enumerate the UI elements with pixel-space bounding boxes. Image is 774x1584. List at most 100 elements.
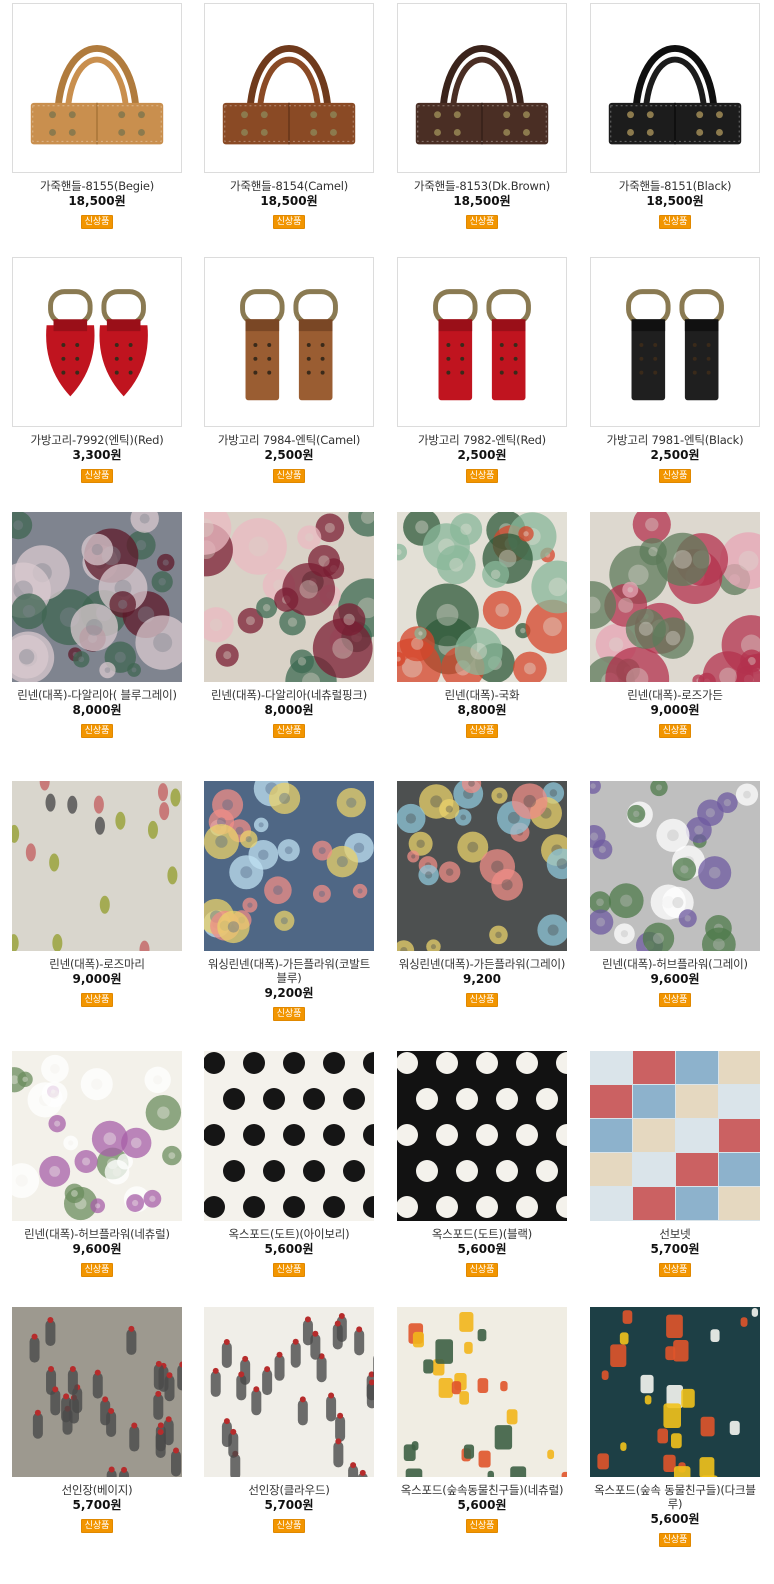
- product-price: 5,600원: [650, 1512, 700, 1526]
- product-name[interactable]: 가죽핸들-8153(Dk.Brown): [395, 179, 569, 193]
- product-card[interactable]: 가방고리-7992(엔틱)(Red) 3,300원 신상품: [10, 257, 184, 483]
- product-card[interactable]: 린넨(대폭)-허브플라워(그레이) 9,600원 신상품: [588, 781, 762, 1007]
- product-card[interactable]: 린넨(대폭)-다알리아( 블루그레이) 8,000원 신상품: [10, 512, 184, 738]
- product-card[interactable]: 가방고리 7982-엔틱(Red) 2,500원 신상품: [395, 257, 569, 483]
- new-badge: 신상품: [272, 1519, 306, 1533]
- product-name[interactable]: 워싱린넨(대폭)-가든플라워(코발트블루): [202, 957, 376, 985]
- product-image[interactable]: [397, 1307, 567, 1477]
- product-image[interactable]: [204, 781, 374, 951]
- product-name[interactable]: 린넨(대폭)-다알리아(네츄럴핑크): [202, 688, 376, 702]
- product-price: 8,000원: [264, 703, 314, 717]
- product-name[interactable]: 선인장(클라우드): [202, 1483, 376, 1497]
- product-name[interactable]: 옥스포드(숲속 동물친구들)(다크블루): [588, 1483, 762, 1511]
- product-image[interactable]: [397, 781, 567, 951]
- product-image[interactable]: [590, 257, 760, 427]
- product-name[interactable]: 가방고리-7992(엔틱)(Red): [10, 433, 184, 447]
- product-price: 9,200원: [264, 986, 314, 1000]
- product-card[interactable]: 린넨(대폭)-로즈가든 9,000원신상품: [588, 512, 762, 738]
- product-name[interactable]: 가죽핸들-8151(Black): [588, 179, 762, 193]
- new-badge: 신상품: [658, 215, 692, 229]
- product-card[interactable]: 선인장(베이지) 5,700원신상품: [10, 1307, 184, 1533]
- product-card[interactable]: 선보넷 5,700원 신상품: [588, 1051, 762, 1277]
- product-name[interactable]: 린넨(대폭)-허브플라워(네츄럴): [10, 1227, 184, 1241]
- product-name[interactable]: 린넨(대폭)-허브플라워(그레이): [588, 957, 762, 971]
- product-name[interactable]: 워싱린넨(대폭)-가든플라워(그레이): [395, 957, 569, 971]
- product-card[interactable]: 선인장(클라우드) 5,700원신상품: [202, 1307, 376, 1533]
- product-name[interactable]: 가죽핸들-8154(Camel): [202, 179, 376, 193]
- product-image[interactable]: [12, 781, 182, 951]
- product-name[interactable]: 옥스포드(숲속동물친구들)(네츄럴): [395, 1483, 569, 1497]
- product-image[interactable]: [590, 1051, 760, 1221]
- product-card[interactable]: 가죽핸들-8153(Dk.Brown) 18,500원 신상품: [395, 3, 569, 229]
- product-price: 9,000원: [650, 703, 700, 717]
- new-badge: 신상품: [658, 1533, 692, 1547]
- product-name[interactable]: 선인장(베이지): [10, 1483, 184, 1497]
- product-card[interactable]: 가죽핸들-8154(Camel) 18,500원 신상품: [202, 3, 376, 229]
- product-card[interactable]: 옥스포드(도트)(아이보리) 5,600원 신상품: [202, 1051, 376, 1277]
- product-name[interactable]: 린넨(대폭)-국화: [395, 688, 569, 702]
- product-name[interactable]: 옥스포드(도트)(아이보리): [202, 1227, 376, 1241]
- product-image[interactable]: [12, 512, 182, 682]
- new-badge: 신상품: [465, 215, 499, 229]
- product-grid: 가죽핸들-8155(Begie) 18,500원 신상품 가죽핸들-8154(Came…: [0, 0, 774, 1584]
- product-card[interactable]: 린넨(대폭)-다알리아(네츄럴핑크) 8,000원 신상품: [202, 512, 376, 738]
- product-image[interactable]: [397, 3, 567, 173]
- product-card[interactable]: 린넨(대폭)-로즈마리 9,000원신상품: [10, 781, 184, 1007]
- product-image[interactable]: [12, 1307, 182, 1477]
- new-badge: 신상품: [465, 993, 499, 1007]
- product-card[interactable]: 가죽핸들-8151(Black) 18,500원신상품: [588, 3, 762, 229]
- product-name[interactable]: 가방고리 7984-엔틱(Camel): [202, 433, 376, 447]
- product-card[interactable]: 옥스포드(숲속동물친구들)(네츄럴) 5,600원 신상품: [395, 1307, 569, 1533]
- new-badge: 신상품: [272, 1007, 306, 1021]
- new-badge: 신상품: [465, 1263, 499, 1277]
- product-name[interactable]: 가방고리 7982-엔틱(Red): [395, 433, 569, 447]
- product-card[interactable]: 워싱린넨(대폭)-가든플라워(코발트블루) 9,200원신상품: [202, 781, 376, 1021]
- new-badge: 신상품: [80, 469, 114, 483]
- product-card[interactable]: 가방고리 7981-엔틱(Black) 2,500원 신상품: [588, 257, 762, 483]
- product-card[interactable]: 린넨(대폭)-허브플라워(네츄럴) 9,600원 신상품: [10, 1051, 184, 1277]
- product-card[interactable]: 가죽핸들-8155(Begie) 18,500원 신상품: [10, 3, 184, 229]
- product-image[interactable]: [204, 257, 374, 427]
- product-name[interactable]: 린넨(대폭)-다알리아( 블루그레이): [10, 688, 184, 702]
- product-image[interactable]: [397, 1051, 567, 1221]
- product-image[interactable]: [204, 1051, 374, 1221]
- product-price: 5,700원: [72, 1498, 122, 1512]
- product-card[interactable]: 옥스포드(숲속 동물친구들)(다크블루) 5,600원신상품: [588, 1307, 762, 1547]
- product-image[interactable]: [397, 512, 567, 682]
- product-image[interactable]: [12, 1051, 182, 1221]
- product-name[interactable]: 가죽핸들-8155(Begie): [10, 179, 184, 193]
- product-image[interactable]: [590, 781, 760, 951]
- product-image[interactable]: [12, 3, 182, 173]
- new-badge: 신상품: [272, 215, 306, 229]
- new-badge: 신상품: [80, 993, 114, 1007]
- product-price: 18,500원: [646, 194, 704, 208]
- new-badge: 신상품: [80, 1519, 114, 1533]
- product-name[interactable]: 선보넷: [588, 1227, 762, 1241]
- new-badge: 신상품: [658, 1263, 692, 1277]
- product-price: 9,000원: [72, 972, 122, 986]
- product-image[interactable]: [204, 1307, 374, 1477]
- product-name[interactable]: 가방고리 7981-엔틱(Black): [588, 433, 762, 447]
- product-price: 5,600원: [457, 1242, 507, 1256]
- product-image[interactable]: [590, 512, 760, 682]
- product-price: 8,800원: [457, 703, 507, 717]
- product-price: 9,600원: [72, 1242, 122, 1256]
- product-image[interactable]: [590, 1307, 760, 1477]
- product-card[interactable]: 옥스포드(도트)(블랙) 5,600원신상품: [395, 1051, 569, 1277]
- new-badge: 신상품: [272, 469, 306, 483]
- product-image[interactable]: [12, 257, 182, 427]
- product-name[interactable]: 린넨(대폭)-로즈가든: [588, 688, 762, 702]
- product-card[interactable]: 가방고리 7984-엔틱(Camel) 2,500원 신상품: [202, 257, 376, 483]
- new-badge: 신상품: [465, 1519, 499, 1533]
- product-name[interactable]: 린넨(대폭)-로즈마리: [10, 957, 184, 971]
- product-image[interactable]: [590, 3, 760, 173]
- product-card[interactable]: 린넨(대폭)-국화 8,800원 신상품: [395, 512, 569, 738]
- product-image[interactable]: [397, 257, 567, 427]
- product-image[interactable]: [204, 512, 374, 682]
- product-image[interactable]: [204, 3, 374, 173]
- product-name[interactable]: 옥스포드(도트)(블랙): [395, 1227, 569, 1241]
- new-badge: 신상품: [658, 724, 692, 738]
- product-price: 5,700원: [264, 1498, 314, 1512]
- new-badge: 신상품: [80, 724, 114, 738]
- product-card[interactable]: 워싱린넨(대폭)-가든플라워(그레이) 9,200 신상품: [395, 781, 569, 1007]
